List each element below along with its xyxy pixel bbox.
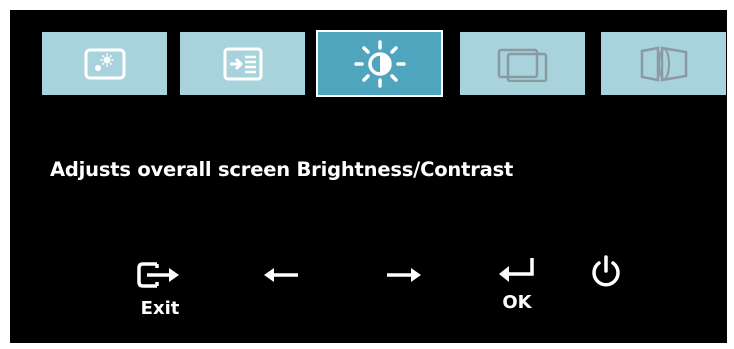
right-arrow-button[interactable] (383, 262, 423, 288)
menu-description: Adjusts overall screen Brightness/Contra… (50, 158, 514, 181)
ok-label: OK (502, 292, 532, 313)
tab-brightness[interactable] (316, 30, 443, 97)
image-settings-icon (83, 47, 127, 81)
brightness-icon (348, 38, 412, 90)
exit-button[interactable]: Exit (135, 258, 185, 319)
tab-image-settings[interactable] (42, 32, 167, 95)
arrow-right-icon (383, 262, 423, 288)
menu-tabs (42, 30, 726, 102)
ok-button[interactable]: OK (496, 254, 538, 313)
tab-input-signal[interactable] (180, 32, 305, 95)
arrow-left-icon (262, 262, 302, 288)
left-arrow-button[interactable] (262, 262, 302, 288)
exit-label: Exit (140, 298, 180, 319)
image-position-icon (495, 46, 551, 82)
input-signal-icon (221, 46, 265, 82)
tab-image-properties[interactable] (601, 32, 726, 95)
tab-image-position[interactable] (460, 32, 585, 95)
power-icon (588, 253, 624, 289)
enter-icon (496, 254, 538, 286)
image-properties-icon (636, 45, 692, 83)
power-button[interactable] (588, 253, 624, 289)
osd-menu: Adjusts overall screen Brightness/Contra… (10, 10, 727, 343)
exit-icon (135, 258, 185, 292)
